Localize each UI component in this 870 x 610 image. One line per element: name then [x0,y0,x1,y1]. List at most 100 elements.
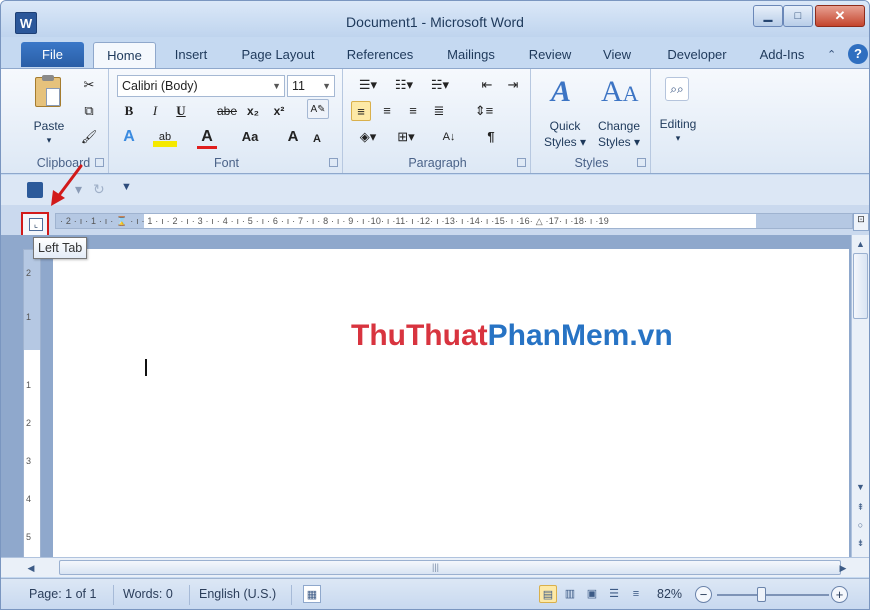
zoom-in-button[interactable]: + [831,586,848,603]
borders-icon[interactable]: ⊞▾ [391,127,421,147]
help-icon[interactable]: ? [848,44,868,64]
page-count[interactable]: Page: 1 of 1 [29,587,96,601]
tab-mailings[interactable]: Mailings [437,42,505,69]
tab-developer[interactable]: Developer [657,42,737,69]
chevron-down-icon: ▼ [272,81,281,91]
zoom-slider-track[interactable] [717,594,829,596]
align-center-icon[interactable]: ≡ [377,101,397,121]
next-page-icon[interactable]: ⇟ [852,535,869,551]
decrease-indent-icon[interactable]: ⇤ [477,75,497,95]
italic-button[interactable]: I [145,101,165,121]
group-clipboard: Paste ▾ ✂ ⧉ 🖌 Clipboard [19,69,109,173]
horizontal-ruler[interactable]: · 2 · ı · 1 · ı · ⌛ · ı · 1 · ı · 2 · ı … [55,213,853,229]
bold-button[interactable]: B [119,101,139,121]
cut-icon[interactable]: ✂ [79,75,99,95]
macro-recording-icon[interactable]: ▦ [303,585,321,603]
vertical-ruler[interactable]: 2 1 1 2 3 4 5 [23,249,41,569]
word-window: W Document1 - Microsoft Word ▁ □ ✕ File … [0,0,870,610]
format-painter-icon[interactable]: 🖌 [79,127,99,147]
vertical-scrollbar[interactable]: ▲ ▼ ⇞ ○ ⇟ [851,235,869,577]
tab-add-ins[interactable]: Add-Ins [749,42,815,69]
multilevel-list-icon[interactable]: ☵▾ [425,75,455,95]
tab-review[interactable]: Review [521,42,579,69]
increase-indent-icon[interactable]: ⇥ [503,75,523,95]
scroll-down-icon[interactable]: ▼ [852,479,869,495]
select-browse-object-icon[interactable]: ○ [852,517,869,533]
subscript-button[interactable]: x₂ [243,101,263,121]
font-name-combo[interactable]: Calibri (Body) ▼ [117,75,285,97]
vertical-scroll-thumb[interactable] [853,253,868,319]
bullets-icon[interactable]: ☰▾ [353,75,383,95]
shading-icon[interactable]: ◈▾ [353,127,383,147]
outline-view-icon[interactable]: ☰ [605,585,623,603]
document-area: 2 1 1 2 3 4 5 ThuThuatPhanMem.vn ▲ ▼ ⇞ ○… [1,235,869,577]
font-launcher-icon[interactable] [329,158,338,167]
minimize-ribbon-icon[interactable]: ⌃ [827,48,836,61]
zoom-level[interactable]: 82% [657,587,682,601]
justify-icon[interactable]: ≣ [429,101,449,121]
align-left-icon[interactable]: ≡ [351,101,371,121]
copy-icon[interactable]: ⧉ [79,101,99,121]
paste-dropdown-icon: ▾ [46,135,52,145]
language-indicator[interactable]: English (U.S.) [199,587,276,601]
underline-button[interactable]: U [171,101,191,121]
view-ruler-icon[interactable]: ⊡ [853,213,869,231]
full-screen-reading-icon[interactable]: ▥ [561,585,579,603]
scroll-right-icon[interactable]: ▶ [835,560,851,576]
editing-dropdown-icon: ▾ [675,133,681,143]
clipboard-launcher-icon[interactable] [95,158,104,167]
draft-view-icon[interactable]: ≡ [627,585,645,603]
tab-file[interactable]: File [21,42,84,67]
word-count[interactable]: Words: 0 [123,587,173,601]
tab-insert[interactable]: Insert [163,42,219,69]
horizontal-scroll-thumb[interactable]: ||| [59,560,841,575]
scroll-up-icon[interactable]: ▲ [852,236,869,252]
web-layout-icon[interactable]: ▣ [583,585,601,603]
ribbon-home: Paste ▾ ✂ ⧉ 🖌 Clipboard Calibri (Body) ▼… [1,68,869,174]
scroll-left-icon[interactable]: ◀ [23,560,39,576]
paragraph-launcher-icon[interactable] [517,158,526,167]
grow-font-button[interactable]: A [283,127,303,147]
minimize-button[interactable]: ▁ [753,5,783,27]
align-right-icon[interactable]: ≡ [403,101,423,121]
strikethrough-button[interactable]: abe [215,101,239,121]
document-page[interactable]: ThuThuatPhanMem.vn [53,249,849,567]
zoom-slider-thumb[interactable] [757,587,766,602]
paste-button[interactable]: Paste ▾ [29,75,69,145]
previous-page-icon[interactable]: ⇞ [852,499,869,515]
line-spacing-icon[interactable]: ⇕≡ [469,101,499,121]
tab-view[interactable]: View [593,42,641,69]
tab-home[interactable]: Home [93,42,156,69]
styles-launcher-icon[interactable] [637,158,646,167]
font-size-combo[interactable]: 11 ▼ [287,75,335,97]
zoom-out-button[interactable]: − [695,586,712,603]
tab-references[interactable]: References [337,42,423,69]
change-case-button[interactable]: Aa [237,127,263,147]
maximize-button[interactable]: □ [783,5,813,27]
redo-icon[interactable]: ↻ [93,181,105,198]
save-icon[interactable] [27,182,43,198]
window-title: Document1 - Microsoft Word [346,14,524,30]
clear-formatting-icon[interactable]: A✎ [307,99,329,119]
text-effects-icon[interactable]: A [119,127,139,147]
tab-page-layout[interactable]: Page Layout [231,42,325,69]
font-color-icon[interactable]: A [197,127,217,149]
paste-icon [35,75,61,107]
shrink-font-button[interactable]: A [307,129,327,149]
ruler-row: ⌞ · 2 · ı · 1 · ı · ⌛ · ı · 1 · ı · 2 · … [1,205,869,237]
editing-button[interactable]: ⌕⌕ Editing ▾ [655,75,701,151]
sort-button[interactable]: A↓ [437,127,461,147]
numbering-icon[interactable]: ☷▾ [389,75,419,95]
horizontal-scrollbar[interactable]: ◀ ||| ▶ [1,557,869,577]
change-styles-button[interactable]: AA Change Styles ▾ [591,73,647,151]
change-styles-label-1: Change [597,119,641,133]
close-button[interactable]: ✕ [815,5,865,27]
quick-styles-button[interactable]: A Quick Styles ▾ [539,73,591,151]
status-separator [291,585,292,605]
highlight-color-icon[interactable]: ab [153,127,177,147]
tab-selector-button[interactable]: ⌞ [21,212,49,237]
customize-qat-icon[interactable]: ▼ [121,181,132,193]
print-layout-icon[interactable]: ▤ [539,585,557,603]
show-formatting-button[interactable]: ¶ [481,127,501,147]
superscript-button[interactable]: x² [269,101,289,121]
